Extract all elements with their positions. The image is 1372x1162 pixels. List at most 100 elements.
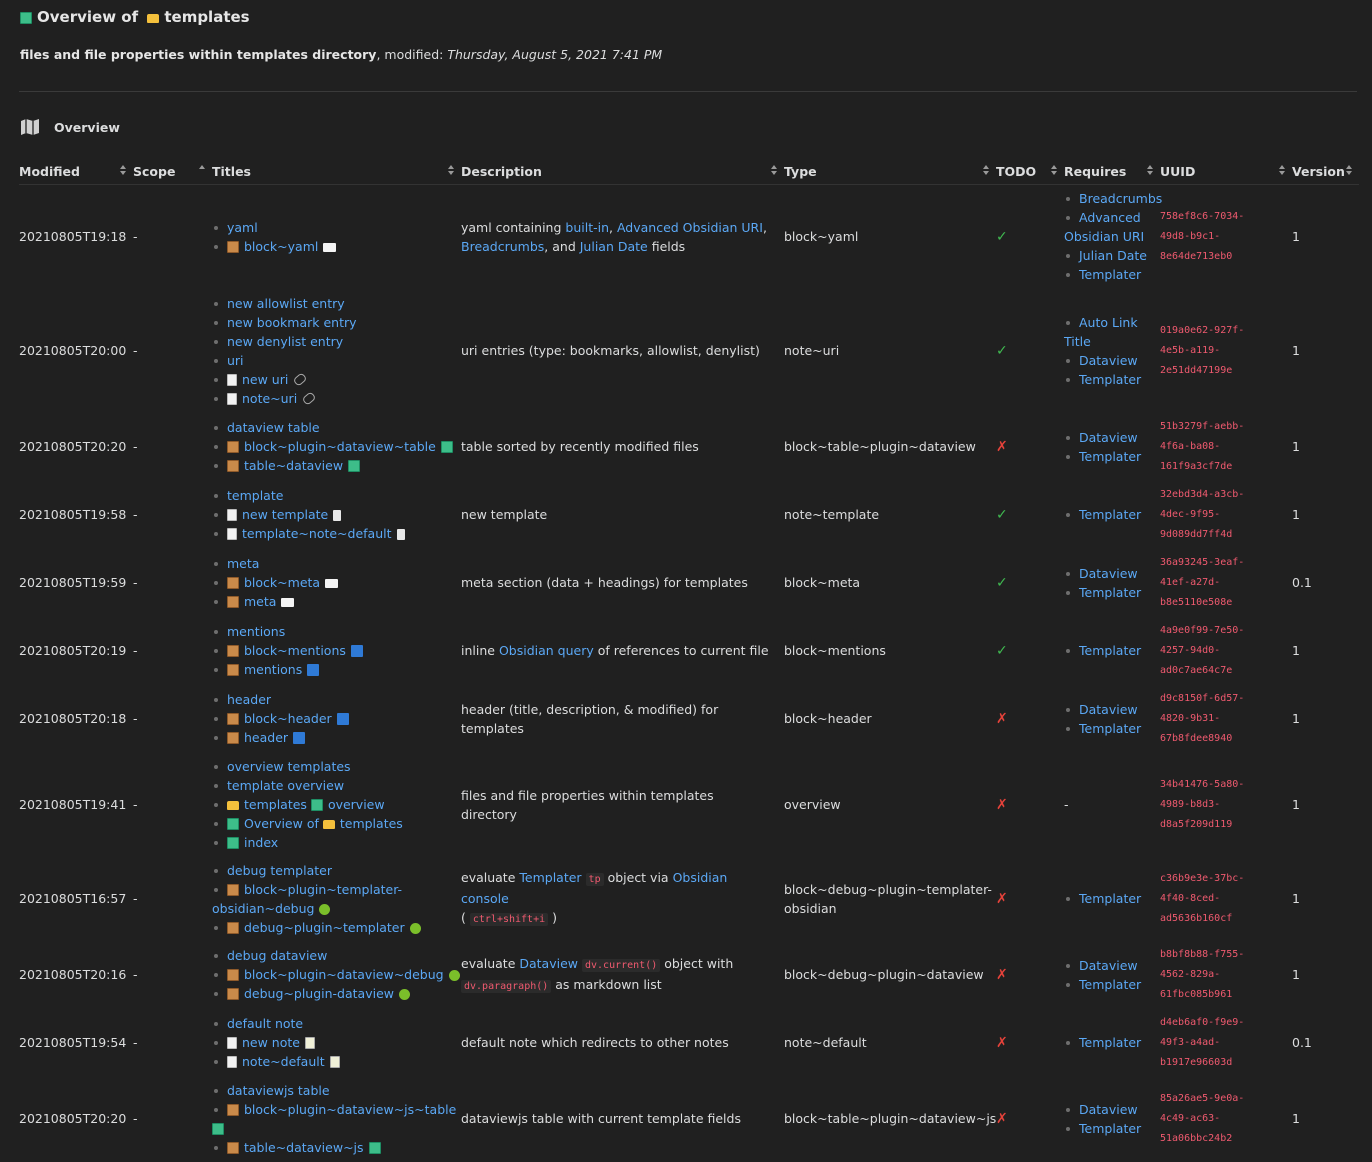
description-link[interactable]: Julian Date [580,239,648,254]
cell-titles: dataviewjs table block~plugin~dataview~j… [212,1077,461,1161]
package-icon [227,1141,239,1154]
document-icon [396,529,405,540]
column-header-modified[interactable]: Modified [19,160,133,185]
column-header-requires[interactable]: Requires [1064,160,1160,185]
title-link[interactable]: debug templater [212,861,461,880]
title-link[interactable]: obsidian~debug [212,899,461,918]
title-link[interactable]: note~default [212,1052,461,1071]
requires-link[interactable]: Templater [1064,975,1160,994]
title-link[interactable]: meta [212,554,461,573]
requires-link[interactable]: Templater [1064,447,1160,466]
title-link[interactable]: block~plugin~templater- [212,880,461,899]
title-link[interactable]: block~mentions [212,641,461,660]
title-link[interactable]: new template [212,505,461,524]
description-link[interactable]: Advanced Obsidian URI [617,220,763,235]
description-link[interactable]: Templater [519,870,581,885]
requires-link[interactable]: Dataview [1064,700,1160,719]
title-link[interactable]: overview templates [212,757,461,776]
title-link[interactable]: default note [212,1014,461,1033]
requires-link[interactable]: Auto Link [1064,313,1160,332]
title-link[interactable]: debug~plugin-dataview [212,984,461,1003]
requires-link[interactable]: Dataview [1064,564,1160,583]
title-link[interactable]: block~meta [212,573,461,592]
bug-icon [448,970,460,981]
cell-type: note~template [784,507,880,522]
requires-link[interactable]: Advanced [1064,208,1160,227]
column-header-scope[interactable]: Scope [133,160,212,185]
title-link[interactable]: block~plugin~dataview~js~table [212,1100,461,1119]
requires-link[interactable]: Templater [1064,641,1160,660]
requires-link[interactable]: Templater [1064,889,1160,908]
requires-link[interactable]: Obsidian URI [1064,227,1160,246]
title-link[interactable]: block~yaml [212,237,461,256]
title-link[interactable]: new bookmark entry [212,313,461,332]
requires-link[interactable]: Templater [1064,1033,1160,1052]
table-row: 20210805T19:58 - template new template t… [19,481,1359,549]
requires-link[interactable]: Templater [1064,719,1160,738]
column-header-description[interactable]: Description [461,160,784,185]
book-icon [20,12,32,24]
title-link[interactable]: debug~plugin~templater [212,918,461,937]
title-link[interactable]: block~plugin~dataview~debug [212,965,461,984]
title-link[interactable]: mentions [212,660,461,679]
sort-icon [771,165,778,177]
cell-type: block~header [784,711,872,726]
title-link[interactable]: dataviewjs table [212,1081,461,1100]
title-link[interactable]: new allowlist entry [212,294,461,313]
title-link[interactable]: debug dataview [212,946,461,965]
title-link[interactable]: header [212,690,461,709]
table-row: 20210805T19:59 - meta block~meta meta me… [19,549,1359,617]
link-icon [292,371,308,387]
description-link[interactable]: Breadcrumbs [461,239,544,254]
cell-uuid: 4a9e0f99-7e50- 4257-94d0- ad0c7ae64c7e [1160,624,1245,676]
title-link[interactable]: new uri [212,370,461,389]
title-link[interactable]: templates overview [212,795,461,814]
title-link[interactable]: new note [212,1033,461,1052]
title-link[interactable]: uri [212,351,461,370]
requires-link[interactable]: Dataview [1064,428,1160,447]
title-link[interactable]: Overview of templates [212,814,461,833]
title-link[interactable]: new denylist entry [212,332,461,351]
requires-link[interactable]: Dataview [1064,956,1160,975]
cell-type: note~uri [784,343,840,358]
cell-modified: 20210805T20:00 [19,343,127,358]
title-link[interactable]: mentions [212,622,461,641]
requires-link[interactable]: Title [1064,332,1160,351]
requires-link[interactable]: Templater [1064,1119,1160,1138]
column-header-titles[interactable]: Titles [212,160,461,185]
requires-link[interactable]: Dataview [1064,351,1160,370]
cell-modified: 20210805T19:18 [19,229,127,245]
title-link[interactable]: dataview table [212,418,461,437]
requires-link[interactable]: Julian Date [1064,246,1160,265]
title-link[interactable]: table~dataview~js [212,1138,461,1157]
title-link[interactable]: table~dataview [212,456,461,475]
requires-link[interactable]: Templater [1064,583,1160,602]
cell-requires: Breadcrumbs Advanced Obsidian URI Julian… [1064,185,1162,289]
title-link[interactable]: template overview [212,776,461,795]
description-link[interactable]: built-in [565,220,609,235]
column-header-todo[interactable]: TODO [996,160,1064,185]
title-link[interactable]: template~note~default [212,524,461,543]
requires-link[interactable]: Templater [1064,265,1160,284]
title-link[interactable]: yaml [212,218,461,237]
requires-link[interactable]: Breadcrumbs [1064,189,1162,208]
column-header-type[interactable]: Type [784,160,996,185]
cell-requires: Dataview Templater [1064,941,1160,1009]
title-link[interactable]: block~plugin~dataview~table [212,437,461,456]
title-link[interactable]: index [212,833,461,852]
title-link[interactable]: header [212,728,461,747]
title-link[interactable]: meta [212,592,461,611]
envelope-icon [281,598,295,607]
description-link[interactable]: Dataview [519,956,578,971]
description-link[interactable]: Obsidian query [499,643,594,658]
title-link[interactable]: note~uri [212,389,461,408]
title-link[interactable]: block~header [212,709,461,728]
cell-uuid: 34b41476-5a80- 4989-b8d3- d8a5f209d119 [1160,778,1245,830]
column-header-uuid[interactable]: UUID [1160,160,1292,185]
requires-link[interactable]: Templater [1064,370,1160,389]
requires-link[interactable]: Templater [1064,505,1160,524]
requires-link[interactable]: Dataview [1064,1100,1160,1119]
title-link[interactable]: template [212,486,461,505]
column-header-version[interactable]: Version [1292,160,1359,185]
checkmark-icon: ✓ [996,342,1008,359]
